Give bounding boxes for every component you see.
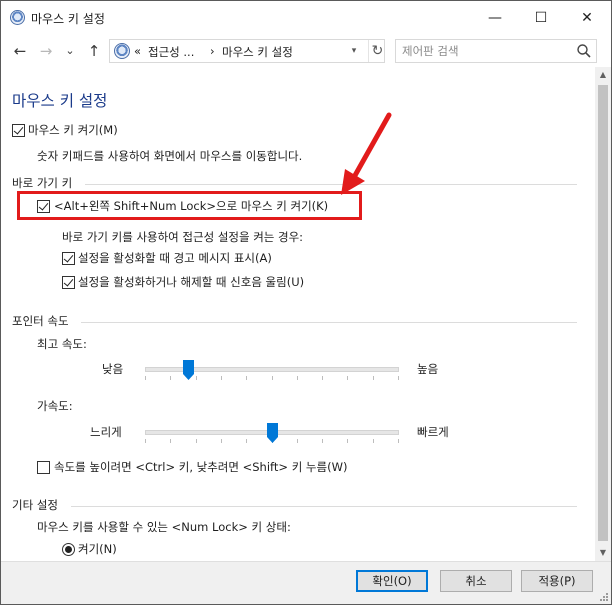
top-speed-tick <box>272 376 273 380</box>
acceleration-slider-thumb[interactable] <box>266 423 278 443</box>
ctrl-shift-speed-label[interactable]: 속도를 높이려면 <Ctrl> 키, 낮추려면 <Shift> 키 누름(W) <box>54 459 347 475</box>
breadcrumb-separator[interactable]: › <box>210 44 215 58</box>
acceleration-tick <box>322 439 323 443</box>
mouse-keys-window: 마우스 키 설정 — ☐ ✕ ← → ⌄ ↑ « 접근성 ... › 마우스 키… <box>0 0 612 605</box>
acceleration-tick <box>145 439 146 443</box>
acceleration-tick <box>221 439 222 443</box>
shortcut-section-heading: 바로 가기 키 <box>12 176 73 190</box>
forward-arrow-icon[interactable]: → <box>37 42 55 60</box>
top-speed-tick <box>347 376 348 380</box>
search-input[interactable] <box>402 43 572 59</box>
numlock-on-label[interactable]: 켜기(N) <box>78 541 117 557</box>
address-bar[interactable]: « 접근성 ... › 마우스 키 설정 ▾ ↻ <box>109 39 385 63</box>
top-speed-tick <box>398 376 399 380</box>
acceleration-tick <box>347 439 348 443</box>
top-speed-tick <box>221 376 222 380</box>
warning-message-label[interactable]: 설정을 활성화할 때 경고 메시지 표시(A) <box>78 250 272 266</box>
acceleration-tick <box>170 439 171 443</box>
ok-button[interactable]: 확인(O) <box>356 570 428 592</box>
search-box[interactable] <box>395 39 597 63</box>
acceleration-tick <box>398 439 399 443</box>
title-bar: 마우스 키 설정 — ☐ ✕ <box>1 1 611 35</box>
scrollbar-thumb[interactable] <box>598 85 608 541</box>
cancel-button[interactable]: 취소 <box>440 570 512 592</box>
scroll-down-arrow-icon[interactable]: ▼ <box>595 545 611 561</box>
acceleration-tick <box>373 439 374 443</box>
top-speed-tick <box>196 376 197 380</box>
numlock-on-radio[interactable] <box>62 543 75 556</box>
annotation-arrow-icon <box>341 112 392 195</box>
dialog-footer: 확인(O) 취소 적용(P) <box>1 561 611 604</box>
minimize-button[interactable]: — <box>472 1 518 35</box>
ctrl-shift-speed-checkbox[interactable] <box>37 461 50 474</box>
acceleration-fast-label: 빠르게 <box>417 425 449 439</box>
scroll-up-arrow-icon[interactable]: ▲ <box>595 67 611 83</box>
mouse-keys-description: 숫자 키패드를 사용하여 화면에서 마우스를 이동합니다. <box>37 149 303 163</box>
pointer-speed-heading: 포인터 속도 <box>12 314 69 328</box>
mouse-keys-label[interactable]: 마우스 키 켜기(M) <box>28 122 118 138</box>
top-speed-tick <box>170 376 171 380</box>
acceleration-tick <box>246 439 247 443</box>
navigation-bar: ← → ⌄ ↑ « 접근성 ... › 마우스 키 설정 ▾ ↻ <box>1 35 611 67</box>
acceleration-tick <box>196 439 197 443</box>
top-speed-tick <box>373 376 374 380</box>
sound-checkbox[interactable] <box>62 276 75 289</box>
mouse-keys-checkbox[interactable] <box>12 124 25 137</box>
address-dropdown-icon[interactable]: ▾ <box>346 42 362 60</box>
settings-content: 마우스 키 설정 마우스 키 켜기(M) 숫자 키패드를 사용하여 화면에서 마… <box>1 67 595 561</box>
back-arrow-icon[interactable]: ← <box>11 42 29 60</box>
top-speed-tick <box>297 376 298 380</box>
other-settings-heading: 기타 설정 <box>12 498 58 512</box>
numlock-state-label: 마우스 키를 사용할 수 있는 <Num Lock> 키 상태: <box>37 520 291 534</box>
ease-of-access-icon <box>10 10 25 25</box>
breadcrumb-mouse-keys[interactable]: 마우스 키 설정 <box>222 44 293 60</box>
acceleration-tick <box>297 439 298 443</box>
acceleration-slow-label: 느리게 <box>90 425 122 439</box>
top-speed-high-label: 높음 <box>417 362 439 376</box>
location-ease-of-access-icon <box>114 43 130 59</box>
apply-button[interactable]: 적용(P) <box>521 570 593 592</box>
annotation-highlight-box <box>17 191 362 220</box>
acceleration-label: 가속도: <box>37 399 73 413</box>
recent-locations-chevron-icon[interactable]: ⌄ <box>61 42 79 60</box>
vertical-scrollbar[interactable]: ▲ ▼ <box>595 67 611 561</box>
warning-message-checkbox[interactable] <box>62 252 75 265</box>
top-speed-tick <box>322 376 323 380</box>
other-settings-divider <box>71 506 577 507</box>
address-overflow-chevron[interactable]: « <box>134 44 141 58</box>
maximize-button[interactable]: ☐ <box>518 1 564 35</box>
window-title: 마우스 키 설정 <box>31 12 105 26</box>
pointer-speed-divider <box>81 322 577 323</box>
close-button[interactable]: ✕ <box>564 1 610 35</box>
resize-grip-icon[interactable] <box>599 592 609 602</box>
top-speed-slider-thumb[interactable] <box>182 360 194 380</box>
sound-label[interactable]: 설정을 활성화하거나 해제할 때 신호음 울림(U) <box>78 274 304 290</box>
top-speed-tick <box>145 376 146 380</box>
page-title: 마우스 키 설정 <box>12 92 108 110</box>
shortcut-sub-heading: 바로 가기 키를 사용하여 접근성 설정을 켜는 경우: <box>62 230 304 244</box>
up-arrow-icon[interactable]: ↑ <box>85 42 103 60</box>
top-speed-label: 최고 속도: <box>37 337 87 351</box>
top-speed-low-label: 낮음 <box>102 362 124 376</box>
refresh-icon[interactable]: ↻ <box>368 40 386 62</box>
top-speed-tick <box>246 376 247 380</box>
breadcrumb-ease-of-access[interactable]: 접근성 ... <box>148 44 194 60</box>
search-icon[interactable] <box>575 42 593 60</box>
